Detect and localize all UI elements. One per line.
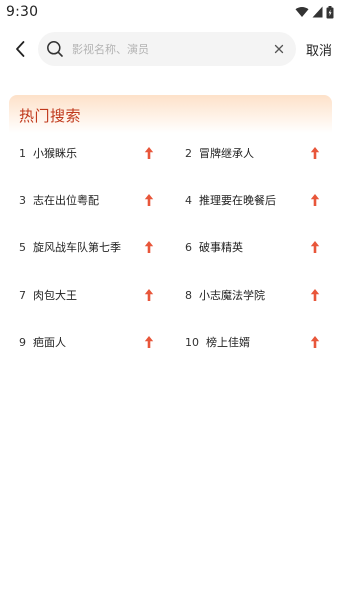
chevron-left-icon (16, 41, 25, 57)
hot-search-name: 志在出位粤配 (33, 194, 99, 207)
hot-search-name: 旋风战车队第七季 (33, 241, 121, 254)
hot-search-title: 热门搜索 (19, 107, 82, 125)
rank-number: 3 (19, 193, 26, 207)
arrow-up-icon (310, 289, 320, 301)
arrow-up-icon (310, 336, 320, 348)
arrow-up-icon (310, 147, 320, 159)
close-icon[interactable] (272, 42, 286, 56)
search-box[interactable] (38, 32, 296, 66)
hot-search-item[interactable]: 6 破事精英 (185, 225, 332, 269)
rank-number: 7 (19, 288, 26, 302)
signal-icon (312, 6, 323, 18)
status-icons (295, 5, 334, 19)
hot-search-item[interactable]: 9 疤面人 (19, 320, 171, 364)
arrow-up-icon (144, 194, 154, 206)
wifi-icon (295, 6, 309, 17)
search-input[interactable] (72, 32, 272, 66)
hot-search-name: 小志魔法学院 (199, 289, 265, 302)
hot-search-name: 肉包大王 (33, 289, 77, 302)
arrow-up-icon (144, 241, 154, 253)
hot-search-item[interactable]: 7 肉包大王 (19, 273, 171, 317)
rank-number: 9 (19, 335, 26, 349)
rank-number: 10 (185, 335, 199, 349)
hot-search-item[interactable]: 8 小志魔法学院 (185, 273, 332, 317)
rank-number: 2 (185, 146, 192, 160)
rank-number: 5 (19, 240, 26, 254)
battery-icon (326, 5, 334, 18)
hot-search-name: 推理要在晚餐后 (199, 194, 276, 207)
hot-search-name: 榜上佳婿 (206, 336, 250, 349)
hot-search-header: 热门搜索 (9, 95, 332, 133)
hot-search-name: 小猴眯乐 (33, 147, 77, 160)
hot-search-item[interactable]: 1 小猴眯乐 (19, 131, 171, 175)
arrow-up-icon (144, 336, 154, 348)
arrow-up-icon (310, 241, 320, 253)
hot-search-name: 冒牌继承人 (199, 147, 254, 160)
back-button[interactable] (8, 36, 32, 62)
hot-search-item[interactable]: 4 推理要在晚餐后 (185, 178, 332, 222)
search-icon (47, 41, 63, 57)
rank-number: 1 (19, 146, 26, 160)
arrow-up-icon (144, 147, 154, 159)
search-row: 取消 (0, 32, 342, 66)
rank-number: 6 (185, 240, 192, 254)
rank-number: 8 (185, 288, 192, 302)
rank-number: 4 (185, 193, 192, 207)
status-time: 9:30 (6, 4, 39, 20)
hot-search-item[interactable]: 10 榜上佳婿 (185, 320, 332, 364)
hot-search-name: 破事精英 (199, 241, 243, 254)
hot-search-name: 疤面人 (33, 336, 66, 349)
arrow-up-icon (144, 289, 154, 301)
arrow-up-icon (310, 194, 320, 206)
hot-search-item[interactable]: 5 旋风战车队第七季 (19, 225, 171, 269)
hot-search-item[interactable]: 2 冒牌继承人 (185, 131, 332, 175)
hot-search-item[interactable]: 3 志在出位粤配 (19, 178, 171, 222)
status-bar: 9:30 (0, 0, 342, 24)
cancel-button[interactable]: 取消 (306, 40, 332, 59)
